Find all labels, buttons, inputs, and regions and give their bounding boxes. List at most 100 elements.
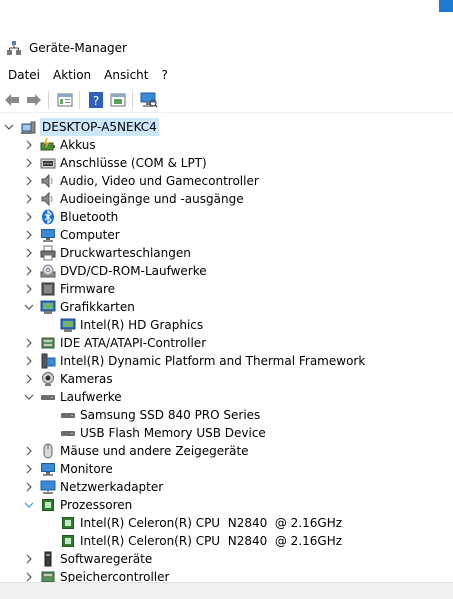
tree-item-computer[interactable]: Computer	[24, 226, 120, 244]
processor-icon	[60, 515, 76, 531]
tree-item-monitore[interactable]: Monitore	[24, 460, 113, 478]
chevron-right-icon[interactable]	[24, 478, 34, 496]
tree-item-speichercontroller[interactable]: Speichercontroller	[24, 568, 169, 582]
computer-root-icon	[20, 119, 36, 135]
monitor-icon	[40, 461, 56, 477]
drive-icon	[40, 389, 56, 405]
chevron-right-icon[interactable]	[24, 190, 34, 208]
tree-item-label: Netzwerkadapter	[60, 480, 164, 494]
chevron-right-icon[interactable]	[24, 550, 34, 568]
chevron-right-icon[interactable]	[24, 208, 34, 226]
tree-item-firmware[interactable]: Firmware	[24, 280, 115, 298]
tree-item-label: Audioeingänge und -ausgänge	[60, 192, 244, 206]
storage-controller-icon	[40, 569, 56, 582]
horizontal-scrollbar[interactable]	[0, 582, 453, 599]
tree-item-audioeingaenge[interactable]: Audioeingänge und -ausgänge	[24, 190, 244, 208]
tree-item-laufwerke[interactable]: Laufwerke	[24, 388, 122, 406]
toolbar-separator	[79, 91, 80, 109]
tree-item-label: Speichercontroller	[60, 570, 170, 582]
tree-item-label: Laufwerke	[60, 390, 122, 404]
tree-item-dvd[interactable]: DVD/CD-ROM-Laufwerke	[24, 262, 207, 280]
menu-aktion[interactable]: Aktion	[48, 68, 96, 82]
tree-child-samsung-ssd[interactable]: Samsung SSD 840 PRO Series	[60, 406, 260, 424]
chevron-right-icon[interactable]	[24, 334, 34, 352]
tree-child-intel-hd-graphics[interactable]: Intel(R) HD Graphics	[60, 316, 203, 334]
window-title: Geräte-Manager	[29, 41, 127, 55]
tree-item-intel-dptf[interactable]: Intel(R) Dynamic Platform and Thermal Fr…	[24, 352, 365, 370]
tree-item-label: Firmware	[60, 282, 115, 296]
chevron-down-icon[interactable]	[24, 298, 34, 316]
tree-item-label: Intel(R) Dynamic Platform and Thermal Fr…	[60, 354, 366, 368]
forward-arrow-icon[interactable]	[24, 90, 44, 110]
update-driver-icon[interactable]	[108, 90, 128, 110]
tree-item-bluetooth[interactable]: Bluetooth	[24, 208, 118, 226]
menu-datei[interactable]: Datei	[3, 68, 45, 82]
tree-item-audio-video[interactable]: Audio, Video und Gamecontroller	[24, 172, 259, 190]
chevron-right-icon[interactable]	[24, 262, 34, 280]
chevron-right-icon[interactable]	[24, 568, 34, 582]
toolbar-separator	[48, 91, 49, 109]
tree-item-label: Audio, Video und Gamecontroller	[60, 174, 259, 188]
toolbar: ?	[0, 88, 453, 113]
processor-icon	[40, 497, 56, 513]
chevron-right-icon[interactable]	[24, 352, 34, 370]
tree-root[interactable]: DESKTOP-A5NEKC4	[4, 118, 159, 136]
chevron-right-icon[interactable]	[24, 370, 34, 388]
display-adapter-icon	[40, 299, 56, 315]
mouse-icon	[40, 443, 56, 459]
chevron-right-icon[interactable]	[24, 226, 34, 244]
tree-child-usb-flash[interactable]: USB Flash Memory USB Device	[60, 424, 266, 442]
chevron-down-icon[interactable]	[24, 388, 34, 406]
display-adapter-icon	[60, 317, 76, 333]
tree-item-label: Kameras	[60, 372, 113, 386]
help-icon[interactable]: ?	[86, 90, 106, 110]
window-edge-accent	[439, 0, 453, 12]
network-icon	[40, 479, 56, 495]
disc-icon	[40, 263, 56, 279]
device-tree: DESKTOP-A5NEKC4 Akkus Anschlüsse (COM & …	[0, 116, 453, 582]
chevron-right-icon[interactable]	[24, 154, 34, 172]
bluetooth-icon	[40, 209, 56, 225]
scan-hardware-icon[interactable]	[139, 90, 159, 110]
tree-item-label: Intel(R) Celeron(R) CPU N2840 @ 2.16GHz	[80, 516, 343, 530]
tree-item-netzwerkadapter[interactable]: Netzwerkadapter	[24, 478, 163, 496]
monitor-icon	[40, 227, 56, 243]
software-device-icon	[40, 551, 56, 567]
drive-icon	[60, 407, 76, 423]
chevron-right-icon[interactable]	[24, 136, 34, 154]
tree-item-maeuse[interactable]: Mäuse und andere Zeigegeräte	[24, 442, 249, 460]
tree-child-cpu-1[interactable]: Intel(R) Celeron(R) CPU N2840 @ 2.16GHz	[60, 514, 342, 532]
camera-icon	[40, 371, 56, 387]
chevron-right-icon[interactable]	[24, 280, 34, 298]
tree-item-prozessoren[interactable]: Prozessoren	[24, 496, 132, 514]
tree-item-ide-ata[interactable]: IDE ATA/ATAPI-Controller	[24, 334, 206, 352]
tree-child-cpu-2[interactable]: Intel(R) Celeron(R) CPU N2840 @ 2.16GHz	[60, 532, 342, 550]
tree-item-label: IDE ATA/ATAPI-Controller	[60, 336, 207, 350]
chevron-right-icon[interactable]	[24, 460, 34, 478]
title-bar: Geräte-Manager	[0, 36, 453, 60]
chevron-down-icon[interactable]	[24, 496, 34, 514]
chevron-right-icon[interactable]	[24, 244, 34, 262]
firmware-icon	[40, 281, 56, 297]
battery-icon	[40, 137, 56, 153]
printer-icon	[40, 245, 56, 261]
tree-item-grafikkarten[interactable]: Grafikkarten	[24, 298, 135, 316]
tree-item-kameras[interactable]: Kameras	[24, 370, 113, 388]
chevron-right-icon[interactable]	[24, 442, 34, 460]
toolbar-separator	[132, 91, 133, 109]
tree-item-softwaregeraete[interactable]: Softwaregeräte	[24, 550, 152, 568]
chevron-right-icon[interactable]	[24, 172, 34, 190]
chevron-down-icon[interactable]	[4, 118, 14, 136]
tree-item-label: Computer	[60, 228, 120, 242]
tree-item-akkus[interactable]: Akkus	[24, 136, 96, 154]
tree-item-label: Akkus	[60, 138, 96, 152]
menu-ansicht[interactable]: Ansicht	[99, 68, 153, 82]
tree-item-label: Prozessoren	[60, 498, 133, 512]
properties-icon[interactable]	[55, 90, 75, 110]
tree-item-druckwarteschlangen[interactable]: Druckwarteschlangen	[24, 244, 191, 262]
back-arrow-icon[interactable]	[2, 90, 22, 110]
tree-item-label: Softwaregeräte	[60, 552, 153, 566]
top-strip	[0, 0, 453, 30]
tree-item-anschluesse[interactable]: Anschlüsse (COM & LPT)	[24, 154, 207, 172]
menu-help[interactable]: ?	[156, 68, 172, 82]
